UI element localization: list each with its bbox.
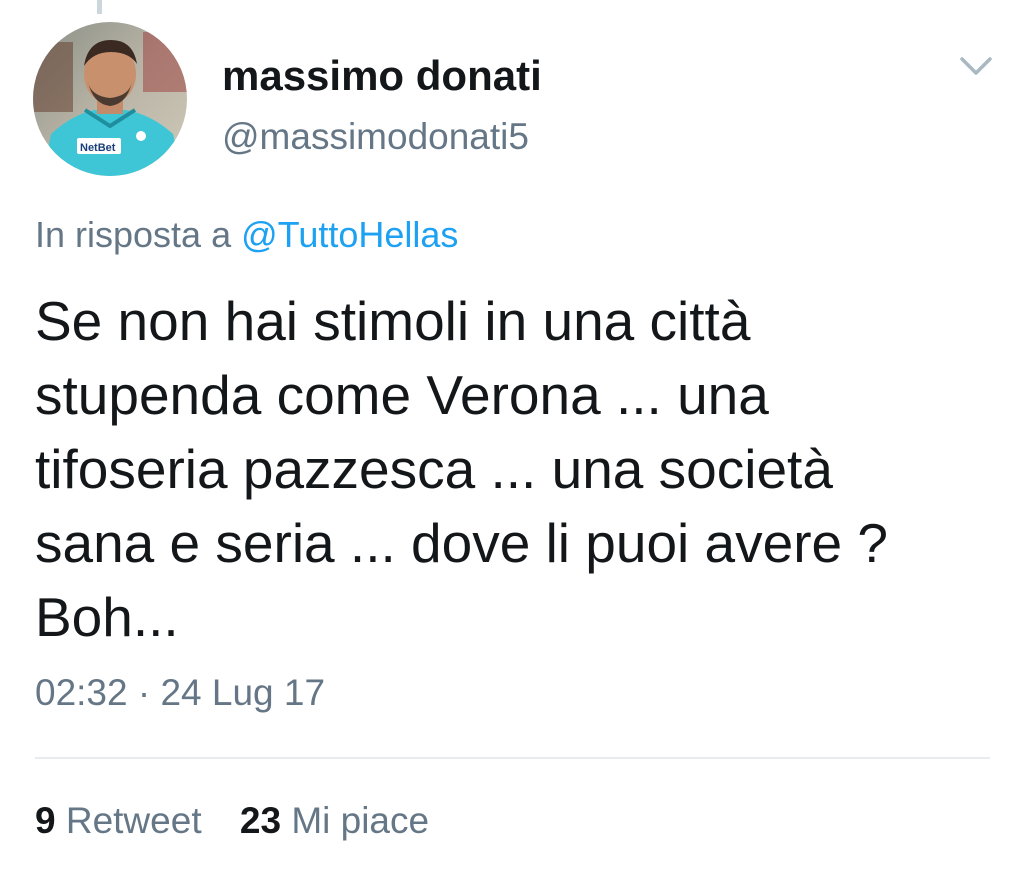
likes-label: Mi piace: [291, 800, 430, 841]
reply-prefix: In risposta a: [35, 214, 232, 255]
thread-connector-line: [97, 0, 102, 14]
divider: [35, 757, 990, 759]
likes-stat[interactable]: 23 Mi piace: [240, 800, 429, 842]
tweet-stats: 9 Retweet 23 Mi piace: [35, 800, 429, 842]
avatar[interactable]: NetBet: [33, 22, 187, 176]
profile-photo-icon: NetBet: [33, 22, 187, 176]
reply-mention-link[interactable]: @TuttoHellas: [241, 214, 458, 255]
retweets-stat[interactable]: 9 Retweet: [35, 800, 202, 842]
reply-context: In risposta a @TuttoHellas: [35, 214, 458, 256]
tweet-text: Se non hai stimoli in una città stupenda…: [35, 290, 889, 648]
author-display-name[interactable]: massimo donati: [222, 52, 542, 100]
retweets-count: 9: [35, 800, 56, 841]
retweets-label: Retweet: [65, 800, 202, 841]
chevron-down-icon: [960, 57, 992, 75]
tweet-menu-button[interactable]: [952, 48, 1000, 84]
tweet-timestamp[interactable]: 02:32 · 24 Lug 17: [35, 672, 325, 714]
author-handle[interactable]: @massimodonati5: [222, 116, 529, 158]
svg-text:NetBet: NetBet: [80, 142, 116, 154]
tweet-detail: NetBet massimo donati @massimodonati5 In…: [0, 0, 1024, 884]
likes-count: 23: [239, 800, 282, 841]
